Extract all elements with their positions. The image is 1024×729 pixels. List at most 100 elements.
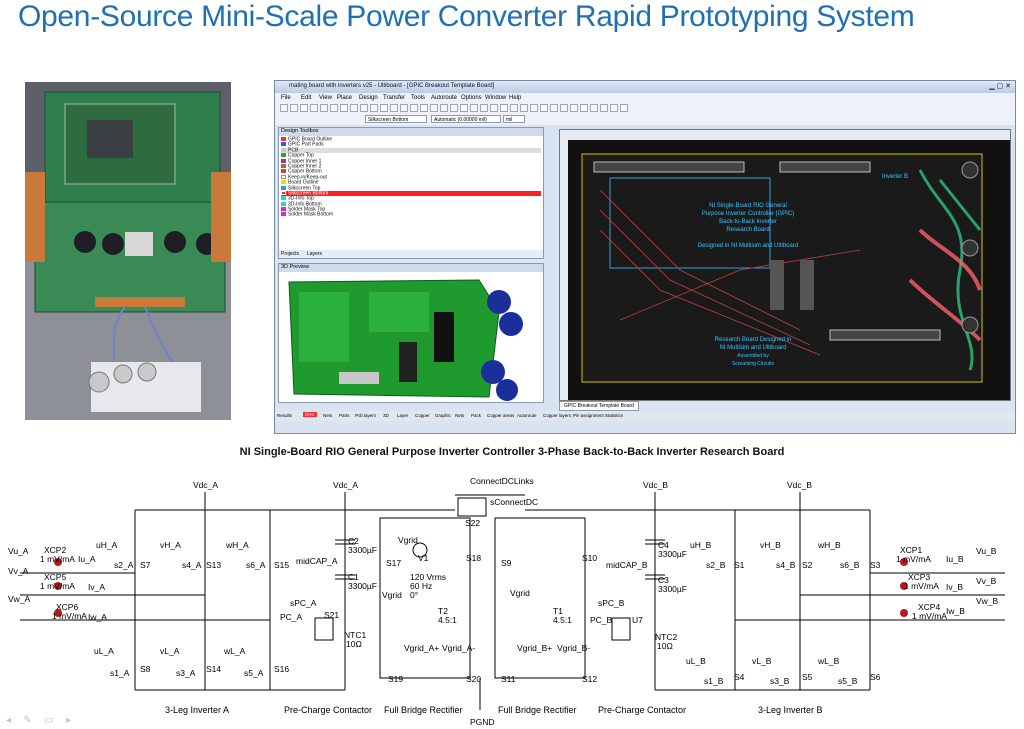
label-s21: S21 xyxy=(324,610,340,620)
layer-swatch xyxy=(281,196,286,201)
label-t2-ratio: 4.5:1 xyxy=(438,615,457,625)
label-s1-a: s1_A xyxy=(110,668,130,678)
tab-nets[interactable]: Nets xyxy=(323,413,332,418)
3d-preview-panel: 3D Preview xyxy=(278,263,544,403)
board-center-line: Back-to-Back Inverter xyxy=(719,219,777,225)
label-v1: V1 xyxy=(418,553,429,563)
tab-parts[interactable]: Parts xyxy=(339,413,350,418)
arrow-left-icon[interactable]: ◂ xyxy=(6,715,11,726)
label-spc-a: sPC_A xyxy=(290,598,317,608)
label-vgrid-2: Vgrid xyxy=(382,590,402,600)
label-vv-b: Vv_B xyxy=(976,576,997,586)
tab-3d[interactable]: 3D xyxy=(383,413,389,418)
label-s17: S17 xyxy=(386,558,402,568)
label-s5-a: s5_A xyxy=(244,668,264,678)
label-vh-b: vH_B xyxy=(760,540,781,550)
layer-swatch xyxy=(281,137,286,141)
label-s4-a: s4_A xyxy=(182,560,202,570)
label-vl-b: vL_B xyxy=(752,656,772,666)
schematic-title: NI Single-Board RIO General Purpose Inve… xyxy=(239,446,785,458)
tab-copper[interactable]: Copper xyxy=(415,413,430,418)
tab-autoroute[interactable]: Autoroute xyxy=(517,413,537,418)
tab-graphic[interactable]: Graphic xyxy=(435,413,451,418)
tab-copper-areas[interactable]: Copper areas xyxy=(487,413,514,418)
arrow-right-icon[interactable]: ▸ xyxy=(66,715,71,726)
label-xcp5-value: 1 mV/mA xyxy=(40,581,75,591)
unit-select[interactable]: mil xyxy=(503,115,525,123)
label-vu-a: Vu_A xyxy=(8,546,29,556)
label-s16: S16 xyxy=(274,664,290,674)
menu-bar: File Edit View Place Design Transfer Too… xyxy=(275,93,1015,103)
layer-swatch xyxy=(281,158,286,163)
board-label-inverter-b: Inverter B xyxy=(882,174,909,180)
menu-edit[interactable]: Edit xyxy=(301,95,311,101)
window-controls[interactable]: ▁ ▢ ✕ xyxy=(989,82,1011,90)
label-s6: S6 xyxy=(870,672,881,682)
label-s6-a: s6_A xyxy=(246,560,266,570)
label-s3-a: s3_A xyxy=(176,668,196,678)
label-vdc-b-2: Vdc_B xyxy=(787,480,813,490)
layer-swatch xyxy=(281,147,286,152)
tab-layer[interactable]: Layer xyxy=(397,413,408,418)
menu-options[interactable]: Options xyxy=(461,95,482,101)
menu-help[interactable]: Help xyxy=(509,95,521,101)
tab-drc[interactable]: DRC xyxy=(303,412,317,417)
tab-pack[interactable]: Pack xyxy=(471,413,481,418)
tab-copper-layers[interactable]: Copper layers xyxy=(543,413,571,418)
label-vw-a: Vw_A xyxy=(8,594,31,604)
menu-window[interactable]: Window xyxy=(485,95,506,101)
board-center-line: Research Board xyxy=(726,227,770,233)
grid-select[interactable]: Automatic (0.00000 mil) xyxy=(431,115,501,123)
tab-projects[interactable]: Projects xyxy=(281,251,299,257)
section-inverter-a: 3-Leg Inverter A xyxy=(165,705,230,715)
menu-tools[interactable]: Tools xyxy=(411,95,425,101)
page-title: Open-Source Mini-Scale Power Converter R… xyxy=(18,0,915,33)
tab-results[interactable]: Results xyxy=(277,413,292,418)
label-c4-value: 3300µF xyxy=(658,549,687,559)
bottom-tabs: Results DRC Nets Parts Pcb layers 3D Lay… xyxy=(275,411,1015,421)
tab-pcb-layers[interactable]: Pcb layers xyxy=(355,413,376,418)
layer-select[interactable]: Silkscreen Bottom xyxy=(365,115,427,123)
layer-swatch xyxy=(281,201,286,206)
label-xcp6-value: 1 mV/mA xyxy=(52,611,87,621)
board-center-line: Designed in NI Multisim and Ultiboard xyxy=(697,243,799,249)
label-spc-b: sPC_B xyxy=(598,598,625,608)
pcb-layout-view[interactable]: Inverter B NI Single-Board RIO General P… xyxy=(559,129,1011,401)
menu-file[interactable]: File xyxy=(281,95,291,101)
label-s5: S5 xyxy=(802,672,813,682)
label-vw-b: Vw_B xyxy=(976,596,999,606)
toolbar-2: Silkscreen Bottom Automatic (0.00000 mil… xyxy=(275,114,1015,125)
menu-design[interactable]: Design xyxy=(359,95,378,101)
menu-place[interactable]: Place xyxy=(337,95,352,101)
tab-board[interactable]: GPIC Breakout Template Board xyxy=(559,401,639,411)
label-xcp2-value: 1 mV/mA xyxy=(40,554,75,564)
layer-swatch xyxy=(281,180,286,185)
layer-solder-mask-bottom[interactable]: Solder Mask Bottom xyxy=(281,212,541,217)
label-iw-b: Iw_B xyxy=(946,606,965,616)
3d-board-render[interactable] xyxy=(279,272,543,402)
label-ul-b: uL_B xyxy=(686,656,706,666)
menu-autoroute[interactable]: Autoroute xyxy=(431,95,457,101)
label-vgrid-b-minus: Vgrid_B- xyxy=(557,643,591,653)
menu-transfer[interactable]: Transfer xyxy=(383,95,405,101)
tab-nets-2[interactable]: Nets xyxy=(455,413,464,418)
slide-nav: ◂ ✎ ▭ ▸ xyxy=(6,710,79,728)
tab-statistics[interactable]: Statistics xyxy=(605,413,623,418)
label-uh-b: uH_B xyxy=(690,540,712,550)
label-midcap-b: midCAP_B xyxy=(606,560,648,570)
tab-pin-assignment[interactable]: Pin assignment xyxy=(573,413,604,418)
label-s7: S7 xyxy=(140,560,151,570)
pen-icon[interactable]: ✎ xyxy=(23,715,31,726)
label-s11: S11 xyxy=(501,674,516,684)
label-s3-b: s3_B xyxy=(770,676,790,686)
tab-layers[interactable]: Layers xyxy=(307,251,322,257)
label-vu-b: Vu_B xyxy=(976,546,997,556)
board-bottom-line: Assembled by xyxy=(737,353,769,359)
menu-view[interactable]: View xyxy=(319,95,332,101)
label-uh-a: uH_A xyxy=(96,540,118,550)
layer-swatch xyxy=(281,212,286,217)
menu-icon[interactable]: ▭ xyxy=(44,715,53,726)
label-pc-a: PC_A xyxy=(280,612,303,622)
label-wl-a: wL_A xyxy=(224,646,246,656)
label-iw-a: Iw_A xyxy=(88,612,107,622)
